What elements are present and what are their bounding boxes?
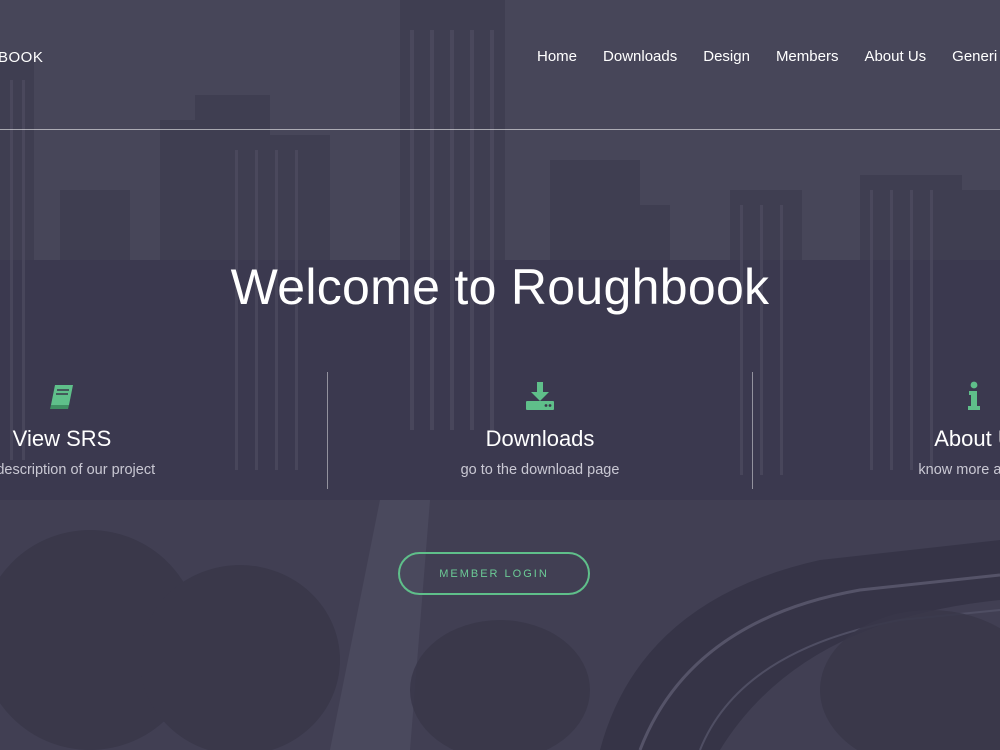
nav-item-downloads[interactable]: Downloads [590,48,690,65]
feature-downloads[interactable]: Downloads go to the download page [370,380,710,478]
member-login-button[interactable]: MEMBER LOGIN [398,552,590,595]
feature-title: Downloads [485,426,595,451]
nav-item-members[interactable]: Members [763,48,852,65]
nav-item-home[interactable]: Home [524,48,590,65]
feature-about-us[interactable]: About U know more about [804,380,1000,478]
nav-item-about-us[interactable]: About Us [851,48,939,65]
book-icon [50,385,73,409]
feature-description: lete description of our project [0,462,156,478]
feature-title: View SRS [12,426,112,451]
nav-item-generic[interactable]: Generi [939,48,1000,65]
hero-title: Welcome to Roughbook [230,259,770,315]
site-brand[interactable]: BOOK [0,49,43,66]
feature-description: know more about [918,462,1000,478]
feature-divider [752,372,753,489]
background-overlay [0,0,1000,750]
info-icon [968,381,980,410]
header-divider [0,129,1000,130]
nav-item-design[interactable]: Design [690,48,763,65]
feature-view-srs[interactable]: View SRS lete description of our project [0,380,232,478]
main-nav: Home Downloads Design Members About Us G… [524,48,1000,65]
page: BOOK Home Downloads Design Members About… [0,0,1000,750]
feature-description: go to the download page [460,462,620,478]
download-icon [526,382,554,410]
feature-title: About U [934,426,1000,451]
feature-divider [327,372,328,489]
